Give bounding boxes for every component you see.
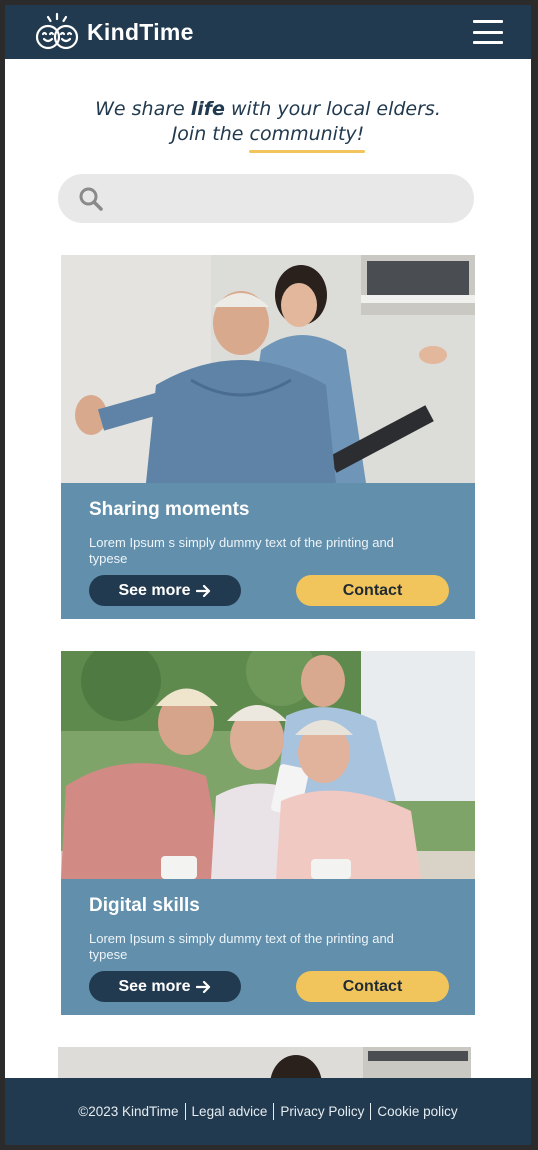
card-digital-skills: Digital skills Lorem Ipsum s simply dumm… [61, 651, 475, 1015]
brand-name: KindTime [87, 18, 194, 45]
footer-link-cookie-policy[interactable]: Cookie policy [377, 1104, 457, 1119]
search-bar[interactable] [58, 174, 474, 223]
arrow-right-icon [195, 584, 210, 597]
search-input[interactable] [104, 174, 474, 223]
app-frame: KindTime We share life with your local e… [5, 5, 531, 1145]
footer-divider [273, 1103, 275, 1120]
card-title: Digital skills [89, 895, 200, 916]
tagline-text: with your local elders. [224, 98, 441, 120]
tagline-bold-word: life [190, 98, 225, 120]
logo-faces-icon [35, 12, 79, 50]
photo-elder-and-young-woman [61, 255, 475, 483]
see-more-label: See more [118, 581, 191, 599]
tagline-line-1: We share life with your local elders. [5, 97, 531, 122]
search-icon [79, 187, 103, 211]
arrow-right-icon [195, 980, 210, 993]
tagline-text: We share [95, 98, 191, 120]
see-more-label: See more [118, 977, 191, 995]
contact-button[interactable]: Contact [296, 971, 449, 1002]
copyright-text: ©2023 KindTime [78, 1104, 179, 1119]
footer-link-legal-advice[interactable]: Legal advice [192, 1104, 268, 1119]
tagline-underlined-word: community! [248, 123, 366, 153]
see-more-button[interactable]: See more [89, 575, 241, 606]
card-body: Sharing moments Lorem Ipsum s simply dum… [61, 483, 475, 619]
see-more-button[interactable]: See more [89, 971, 241, 1002]
footer-divider [370, 1103, 372, 1120]
card-body: Digital skills Lorem Ipsum s simply dumm… [61, 879, 475, 1015]
card-description: Lorem Ipsum s simply dummy text of the p… [89, 931, 394, 962]
hamburger-menu-icon[interactable] [473, 18, 503, 46]
card-title: Sharing moments [89, 499, 250, 520]
photo-elders-with-phone [61, 651, 475, 879]
contact-button[interactable]: Contact [296, 575, 449, 606]
footer-link-privacy-policy[interactable]: Privacy Policy [280, 1104, 364, 1119]
footer-divider [184, 1103, 186, 1120]
tagline-text: Join the [171, 123, 250, 145]
top-navbar: KindTime [5, 5, 531, 59]
brand-logo[interactable]: KindTime [33, 12, 194, 52]
footer: ©2023 KindTime Legal advice Privacy Poli… [5, 1078, 531, 1145]
card-sharing-moments: Sharing moments Lorem Ipsum s simply dum… [61, 255, 475, 619]
card-description: Lorem Ipsum s simply dummy text of the p… [89, 535, 394, 566]
hero-tagline: We share life with your local elders. Jo… [5, 97, 531, 153]
tagline-line-2: Join the community! [5, 122, 531, 153]
